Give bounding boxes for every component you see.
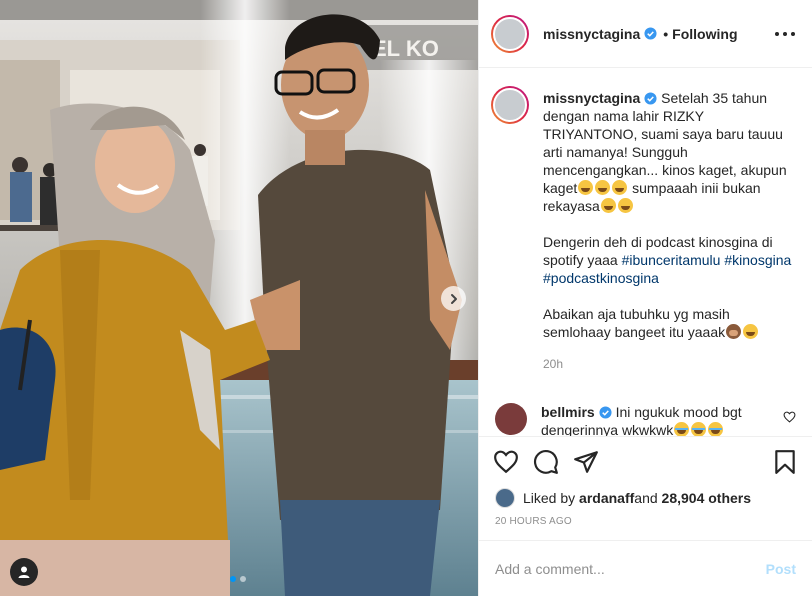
comment-body: bellmirs Ini ngukuk mood bgt dengerinnya… [541,403,761,436]
liker-avatar[interactable] [495,488,515,508]
photo-scene: EL KO [0,0,478,596]
grin-sweat-emoji-icon [617,198,633,213]
rofl-emoji-icon [674,422,690,436]
next-arrow-icon [450,293,457,304]
liker-username[interactable]: ardanaff [579,490,634,506]
rofl-emoji-icon [691,422,707,436]
caption-time[interactable]: 20h [543,355,796,373]
bookmark-icon[interactable] [772,449,798,475]
hashtag-link[interactable]: #podcastkinosgina [543,270,659,286]
grin-sweat-emoji-icon [600,198,616,213]
caption-text-3: Abaikan aja tubuhku yg masih semlohaay b… [543,306,730,340]
comment-item: bellmirs Ini ngukuk mood bgt dengerinnya… [491,403,796,436]
author-username[interactable]: missnyctagina [543,26,640,42]
post-timestamp[interactable]: 20 HOURS AGO [479,510,812,540]
likes-prefix: Liked by [523,490,576,506]
caption-body: missnyctagina Setelah 35 tahun dengan na… [543,89,796,373]
hashtag-link[interactable]: #kinosgina [724,252,791,268]
following-button[interactable]: Following [672,26,737,42]
rofl-emoji-icon [708,422,724,436]
comments-section[interactable]: missnyctagina Setelah 35 tahun dengan na… [479,68,812,436]
more-icon[interactable] [774,31,796,37]
user-tag-icon [18,566,30,578]
comment-like-heart-icon[interactable] [783,411,796,423]
store-sign-text: EL KO [372,36,439,61]
grin-sweat-emoji-icon [612,180,628,195]
post-side-panel: missnyctagina • Following missnyctagina … [478,0,812,596]
share-icon[interactable] [573,449,599,475]
user-tags-button[interactable] [10,558,38,586]
post-photo[interactable]: EL KO [0,0,478,596]
likes-middle: and [634,490,658,506]
post-header: missnyctagina • Following [479,0,812,68]
comment-input[interactable] [495,560,766,577]
comment-icon[interactable] [533,449,559,475]
likes-summary: Liked by ardanaff and 28,904 others [479,486,812,510]
verified-icon [644,92,657,105]
caption-avatar[interactable] [491,86,529,124]
carousel-indicators [230,576,246,582]
avatar-image [493,88,527,122]
caption-username[interactable]: missnyctagina [543,90,640,106]
carousel-dot [240,576,246,582]
verified-icon [644,27,657,40]
separator-dot: • [663,25,669,42]
caption: missnyctagina Setelah 35 tahun dengan na… [491,86,796,373]
likes-count[interactable]: 28,904 others [662,490,752,506]
verified-icon [599,406,612,419]
caption-paragraph-2: Dengerin deh di podcast kinosgina di spo… [543,233,796,287]
caption-paragraph-3: Abaikan aja tubuhku yg masih semlohaay b… [543,305,796,341]
see-no-evil-monkey-emoji-icon [726,324,742,339]
post-comment-button[interactable]: Post [766,561,796,577]
commenter-username[interactable]: bellmirs [541,404,595,420]
avatar-image [493,16,527,51]
hashtag-link[interactable]: #ibunceritamulu [622,252,721,268]
grin-sweat-emoji-icon [578,180,594,195]
author-avatar[interactable] [491,14,529,53]
grin-sweat-emoji-icon [743,324,759,339]
caption-paragraph-1: missnyctagina Setelah 35 tahun dengan na… [543,89,796,215]
commenter-avatar[interactable] [495,403,527,435]
grin-sweat-emoji-icon [595,180,611,195]
heart-icon[interactable] [493,449,519,475]
add-comment-bar: Post [479,540,812,596]
action-bar [479,436,812,486]
post-modal: EL KO missnyctagina • Following missnyct… [0,0,812,596]
carousel-dot-active [230,576,236,582]
next-photo-button[interactable] [441,286,466,311]
